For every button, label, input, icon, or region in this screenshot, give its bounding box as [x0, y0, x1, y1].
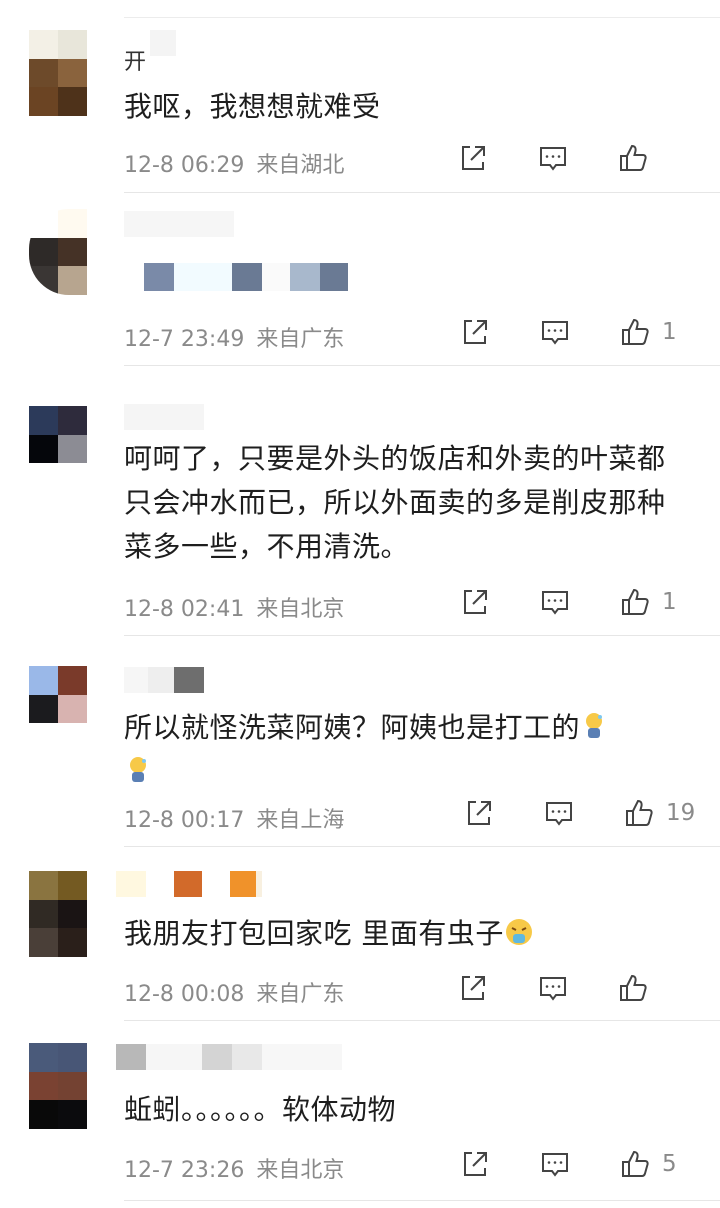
username-blur — [124, 211, 234, 237]
like-button[interactable] — [616, 141, 650, 175]
comment-meta: 12-7 23:49 来自广东 — [124, 321, 344, 353]
avatar[interactable] — [29, 30, 87, 116]
comment-text: 我呕，我想想就难受 — [124, 90, 381, 123]
comment-text: 我朋友打包回家吃 里面有虫子 — [124, 915, 680, 953]
comment-icon — [542, 591, 568, 615]
comment-text: 蚯蚓。。。。。。软体动物 — [124, 1093, 397, 1126]
like-button[interactable] — [622, 796, 656, 830]
comment-text-content: 所以就怪洗菜阿姨？阿姨也是打工的 — [124, 711, 581, 744]
share-icon — [464, 320, 487, 344]
like-button[interactable] — [618, 315, 652, 349]
comment-time: 12-7 23:49 — [124, 327, 245, 352]
comment-actions: 5 — [458, 1147, 692, 1181]
comment-button[interactable] — [538, 1147, 572, 1181]
thumbs-up-icon — [622, 1150, 649, 1177]
share-icon — [462, 146, 485, 170]
divider — [124, 1200, 720, 1201]
comment-time: 12-8 02:41 — [124, 597, 245, 622]
share-icon — [464, 590, 487, 614]
comment-text: 呵呵了，只要是外头的饭店和外卖的叶菜都只会冲水而已，所以外面卖的多是削皮那种菜多… — [124, 442, 666, 563]
comment-time: 12-8 00:17 — [124, 808, 245, 833]
comment-item: 呵呵了，只要是外头的饭店和外卖的叶菜都只会冲水而已，所以外面卖的多是削皮那种菜多… — [0, 366, 720, 636]
share-button[interactable] — [456, 141, 490, 175]
comment-item: 所以就怪洗菜阿姨？阿姨也是打工的 12-8 00:17 来自上海 19 — [0, 636, 720, 847]
username-blur — [150, 30, 176, 56]
comment-item: 开 我呕，我想想就难受 12-8 06:29 来自湖北 — [0, 0, 720, 193]
like-button[interactable] — [618, 1147, 652, 1181]
username-blur — [116, 871, 262, 897]
comment-item: 12-7 23:49 来自广东 1 — [0, 193, 720, 366]
share-button[interactable] — [456, 971, 490, 1005]
like-button[interactable] — [616, 971, 650, 1005]
share-button[interactable] — [458, 1147, 492, 1181]
comment-actions — [456, 971, 690, 1005]
comment-location: 来自湖北 — [256, 153, 345, 178]
like-count: 5 — [662, 1151, 677, 1177]
comment-meta: 12-7 23:26 来自北京 — [124, 1152, 344, 1184]
thumbs-up-icon — [622, 588, 649, 615]
avatar[interactable] — [29, 406, 87, 492]
username-blur — [124, 404, 204, 430]
avatar[interactable] — [29, 666, 87, 752]
comment-icon — [546, 802, 572, 826]
comment-item: 蚯蚓。。。。。。软体动物 12-7 23:26 来自北京 5 — [0, 1021, 720, 1201]
comment-button[interactable] — [536, 141, 570, 175]
username-blur — [124, 667, 204, 693]
comment-icon — [542, 321, 568, 345]
comment-button[interactable] — [542, 796, 576, 830]
comment-actions — [456, 141, 690, 175]
comment-time: 12-8 00:08 — [124, 982, 245, 1007]
comment-actions: 19 — [462, 796, 696, 830]
avatar[interactable] — [29, 871, 87, 957]
comment-location: 来自北京 — [256, 597, 345, 622]
share-icon — [468, 801, 491, 825]
comment-text: 所以就怪洗菜阿姨？阿姨也是打工的 — [124, 706, 680, 794]
comment-icon — [540, 147, 566, 171]
comment-location: 来自北京 — [256, 1158, 345, 1183]
comment-actions: 1 — [458, 315, 692, 349]
like-count: 1 — [662, 319, 677, 345]
thumbs-up-icon — [622, 318, 649, 345]
username[interactable]: 开 — [124, 44, 146, 76]
comment-text-blur — [144, 263, 348, 291]
comment-button[interactable] — [536, 971, 570, 1005]
like-count: 1 — [662, 589, 677, 615]
comment-location: 来自上海 — [256, 808, 345, 833]
comment-button[interactable] — [538, 585, 572, 619]
username-blur — [116, 1044, 342, 1070]
comment-meta: 12-8 00:17 来自上海 — [124, 802, 344, 834]
comment-time: 12-7 23:26 — [124, 1158, 245, 1183]
share-button[interactable] — [458, 585, 492, 619]
comment-actions: 1 — [458, 585, 692, 619]
avatar[interactable] — [29, 1043, 87, 1129]
share-icon — [462, 976, 485, 1000]
sweating-emoji-icon — [586, 713, 603, 738]
comment-item: 我朋友打包回家吃 里面有虫子 12-8 00:08 来自广东 — [0, 847, 720, 1021]
comment-location: 来自广东 — [256, 327, 345, 352]
comment-icon — [540, 977, 566, 1001]
share-icon — [464, 1152, 487, 1176]
vomiting-emoji-icon — [505, 919, 532, 945]
thumbs-up-icon — [620, 974, 647, 1001]
comment-text-content: 我朋友打包回家吃 里面有虫子 — [124, 917, 504, 950]
comment-meta: 12-8 02:41 来自北京 — [124, 591, 344, 623]
thumbs-up-icon — [620, 144, 647, 171]
like-count: 19 — [666, 800, 696, 826]
like-button[interactable] — [618, 585, 652, 619]
comment-button[interactable] — [538, 315, 572, 349]
avatar[interactable] — [29, 209, 87, 295]
share-button[interactable] — [462, 796, 496, 830]
comment-time: 12-8 06:29 — [124, 153, 245, 178]
comment-meta: 12-8 06:29 来自湖北 — [124, 147, 344, 179]
sweating-emoji-icon — [130, 757, 146, 782]
thumbs-up-icon — [626, 799, 653, 826]
comment-meta: 12-8 00:08 来自广东 — [124, 976, 344, 1008]
comment-icon — [542, 1153, 568, 1177]
comment-location: 来自广东 — [256, 982, 345, 1007]
share-button[interactable] — [458, 315, 492, 349]
